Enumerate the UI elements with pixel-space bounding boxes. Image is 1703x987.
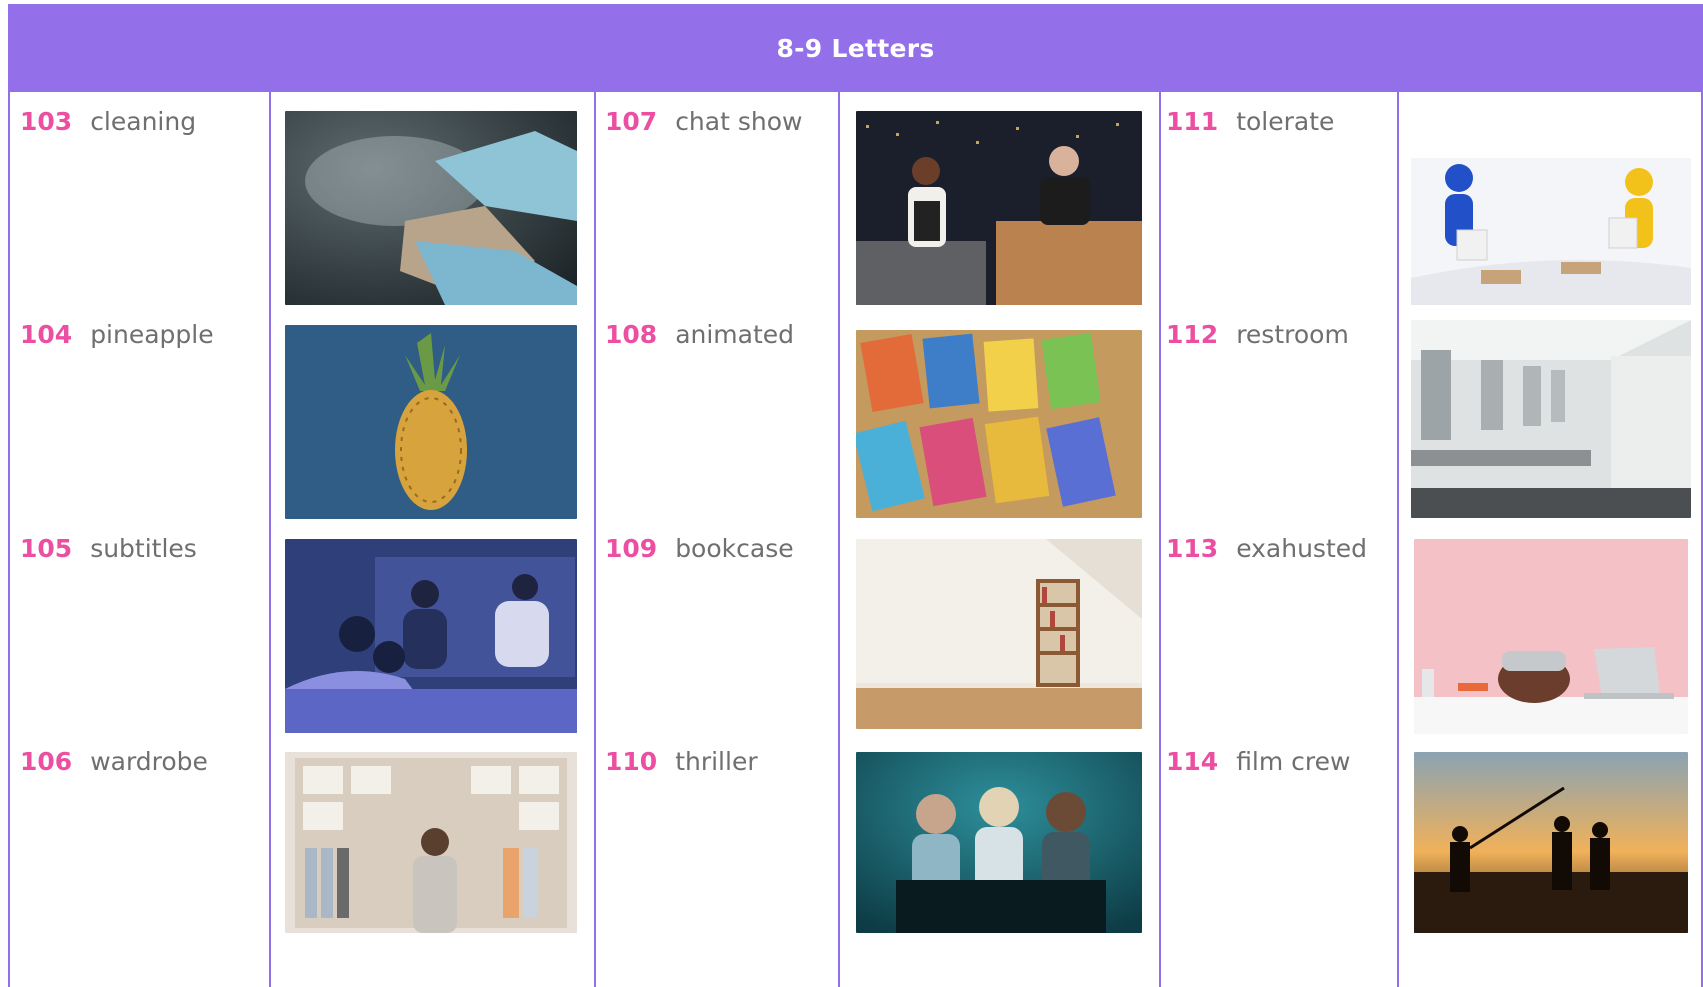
entry-word: wardrobe [90,747,208,776]
entry-number: 109 [605,534,658,563]
entry-number: 106 [20,747,73,776]
word-entry: 103 cleaning [20,107,196,137]
bookcase-photo [856,539,1142,729]
cleaning-photo [285,111,577,305]
word-entry: 111 tolerate [1166,107,1334,137]
entry-number: 114 [1166,747,1219,776]
tolerate-puzzle-photo [1411,158,1691,305]
thriller-photo [856,752,1142,933]
entry-number: 104 [20,320,73,349]
entry-word: animated [675,320,795,349]
animated-dvds-photo [856,330,1142,518]
header-title: 8-9 Letters [776,33,935,63]
word-entry: 110 thriller [605,747,758,777]
entry-word: chat show [675,107,803,136]
entry-number: 107 [605,107,658,136]
restroom-photo [1411,320,1691,518]
word-entry: 107 chat show [605,107,802,137]
entry-number: 111 [1166,107,1219,136]
entry-word: exahusted [1236,534,1368,563]
header-bar: 8-9 Letters [8,4,1703,92]
word-entry: 105 subtitles [20,534,197,564]
entry-word: tolerate [1236,107,1335,136]
wardrobe-photo [285,752,577,933]
column-divider [838,92,840,987]
entry-word: thriller [675,747,758,776]
column-divider [594,92,596,987]
entry-number: 110 [605,747,658,776]
entry-number: 105 [20,534,73,563]
entry-number: 112 [1166,320,1219,349]
column-divider [269,92,271,987]
word-entry: 114 film crew [1166,747,1350,777]
word-entry: 109 bookcase [605,534,794,564]
entry-word: pineapple [90,320,214,349]
entry-word: film crew [1236,747,1351,776]
subtitles-illustration [285,539,577,733]
column-divider [8,92,10,987]
column-divider [1159,92,1161,987]
entry-word: subtitles [90,534,197,563]
pineapple-photo [285,325,577,519]
film-crew-photo [1414,752,1688,933]
vocabulary-sheet: 8-9 Letters 103 cleaning 104 pineapple 1… [8,4,1703,987]
word-entry: 112 restroom [1166,320,1349,350]
entry-word: bookcase [675,534,794,563]
word-entry: 113 exahusted [1166,534,1367,564]
entry-word: cleaning [90,107,197,136]
entry-number: 113 [1166,534,1219,563]
exhausted-photo [1414,539,1688,734]
word-entry: 106 wardrobe [20,747,208,777]
word-entry: 108 animated [605,320,794,350]
entry-word: restroom [1236,320,1349,349]
entry-number: 108 [605,320,658,349]
column-divider [1397,92,1399,987]
entry-number: 103 [20,107,73,136]
word-entry: 104 pineapple [20,320,214,350]
chat-show-photo [856,111,1142,305]
